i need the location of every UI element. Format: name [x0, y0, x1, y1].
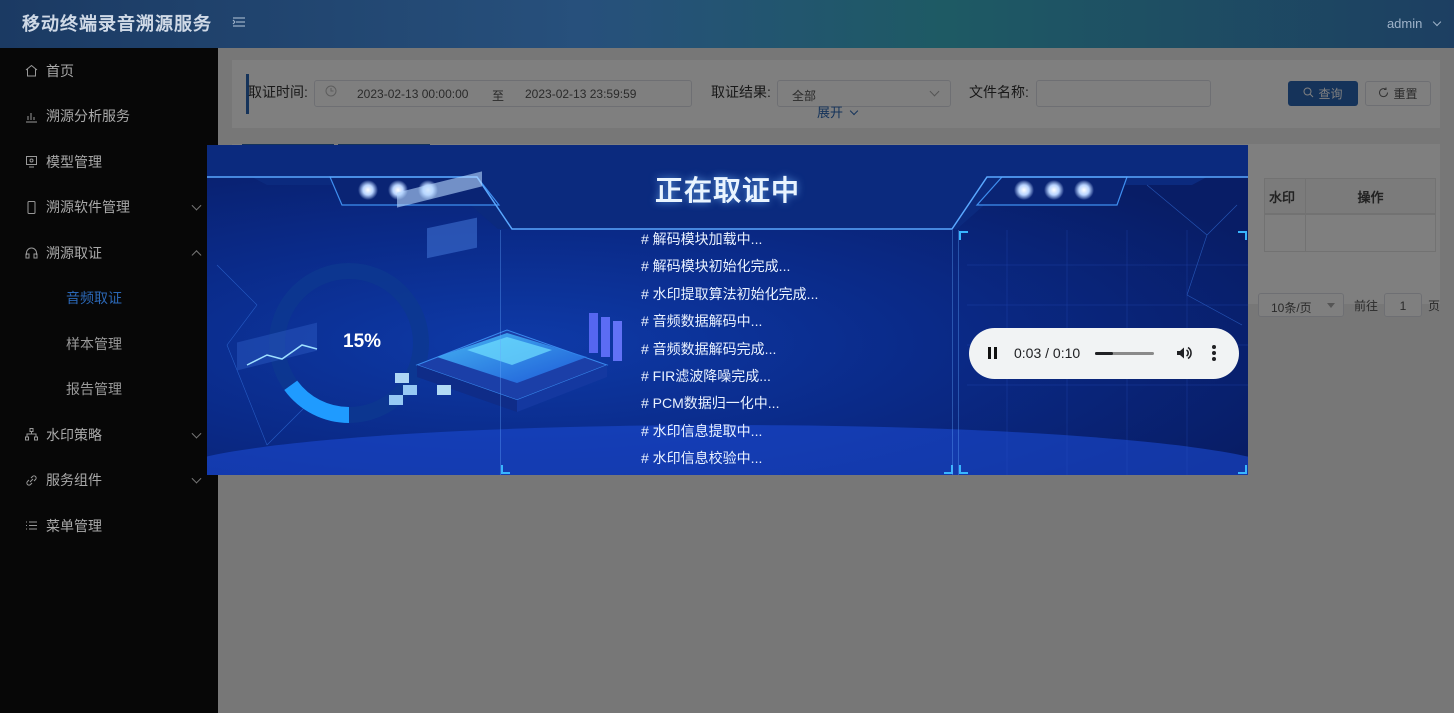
top-header: 移动终端录音溯源服务 admin: [0, 0, 1454, 48]
sidebar-item-components[interactable]: 服务组件: [0, 458, 218, 504]
log-line: # 音频数据解码完成...: [641, 340, 777, 357]
sitemap-icon: [24, 428, 38, 442]
log-panel: # 解码模块加载中... # 解码模块初始化完成... # 水印提取算法初始化完…: [500, 230, 953, 475]
log-list: # 解码模块加载中... # 解码模块初始化完成... # 水印提取算法初始化完…: [641, 230, 818, 473]
sidebar-item-label: 水印策略: [46, 426, 102, 443]
log-line: # PCM数据归一化中...: [641, 395, 780, 412]
phone-icon: [24, 200, 38, 214]
forensics-dialog: 正在取证中 15% # 解码模块加载中... # 解码模块初始化完成... # …: [207, 145, 1248, 475]
sidebar-item-trace-analysis[interactable]: 溯源分析服务: [0, 94, 218, 140]
audio-seek-fill: [1095, 352, 1113, 355]
sidebar-item-label: 首页: [46, 62, 74, 79]
username: admin: [1386, 16, 1423, 31]
sidebar-item-label: 样本管理: [66, 335, 122, 352]
log-line: # 水印信息提取中...: [641, 422, 763, 439]
log-line: # 水印信息校验中...: [641, 450, 763, 467]
audio-player[interactable]: 0:03 / 0:10: [969, 328, 1239, 379]
chevron-down-icon: [191, 473, 202, 484]
log-line: # 解码模块加载中...: [641, 231, 763, 247]
sidebar-item-label: 溯源取证: [46, 244, 102, 261]
sidebar-item-label: 报告管理: [66, 381, 122, 398]
app-title: 移动终端录音溯源服务: [22, 14, 212, 34]
list-icon: [24, 519, 38, 533]
sidebar-item-label: 溯源软件管理: [46, 199, 130, 216]
menu-toggle-icon[interactable]: [232, 15, 246, 31]
sidebar-item-label: 模型管理: [46, 153, 102, 170]
home-icon: [24, 64, 38, 78]
sidebar-item-software[interactable]: 溯源软件管理: [0, 185, 218, 231]
dialog-title: 正在取证中: [654, 175, 800, 206]
log-line: # 水印提取算法初始化完成...: [641, 285, 819, 302]
progress-percent: 15%: [343, 331, 382, 352]
chevron-down-icon: [191, 428, 202, 439]
sidebar-item-home[interactable]: 首页: [0, 48, 218, 94]
log-line: # 解码模块初始化完成...: [641, 258, 791, 275]
sidebar-item-label: 音频取证: [66, 290, 122, 307]
sidebar-item-audio-forensics[interactable]: 音频取证: [0, 276, 218, 322]
sidebar-item-forensics[interactable]: 溯源取证: [0, 230, 218, 276]
sidebar-item-samples[interactable]: 样本管理: [0, 321, 218, 367]
sidebar-item-menu[interactable]: 菜单管理: [0, 503, 218, 549]
pause-icon[interactable]: [987, 347, 999, 360]
log-line: # 音频数据解码中...: [641, 313, 763, 330]
user-menu[interactable]: admin: [1386, 0, 1442, 48]
sidebar-item-label: 服务组件: [46, 472, 102, 489]
link-icon: [24, 473, 38, 487]
progress-ring: [284, 380, 350, 423]
chevron-up-icon: [191, 249, 202, 260]
chevron-down-icon: [1432, 17, 1442, 27]
sidebar-item-label: 菜单管理: [46, 517, 102, 534]
log-line: # FIR滤波降噪完成...: [641, 367, 771, 384]
volume-icon[interactable]: [1175, 344, 1193, 362]
sidebar-item-reports[interactable]: 报告管理: [0, 367, 218, 413]
audio-time: 0:03 / 0:10: [1014, 345, 1081, 361]
chart-icon: [24, 109, 38, 123]
sidebar: 首页 溯源分析服务 模型管理 溯源软件管理 溯源取证 音频取证 样本管理 报告管…: [0, 48, 218, 713]
headphones-icon: [24, 246, 38, 260]
audio-seek-bar[interactable]: [1095, 352, 1154, 355]
sidebar-item-watermark[interactable]: 水印策略: [0, 412, 218, 458]
monitor-icon: [24, 155, 38, 169]
more-options-icon[interactable]: [1212, 345, 1216, 361]
chevron-down-icon: [191, 200, 202, 211]
sidebar-item-label: 溯源分析服务: [46, 108, 130, 125]
sidebar-item-model[interactable]: 模型管理: [0, 139, 218, 185]
